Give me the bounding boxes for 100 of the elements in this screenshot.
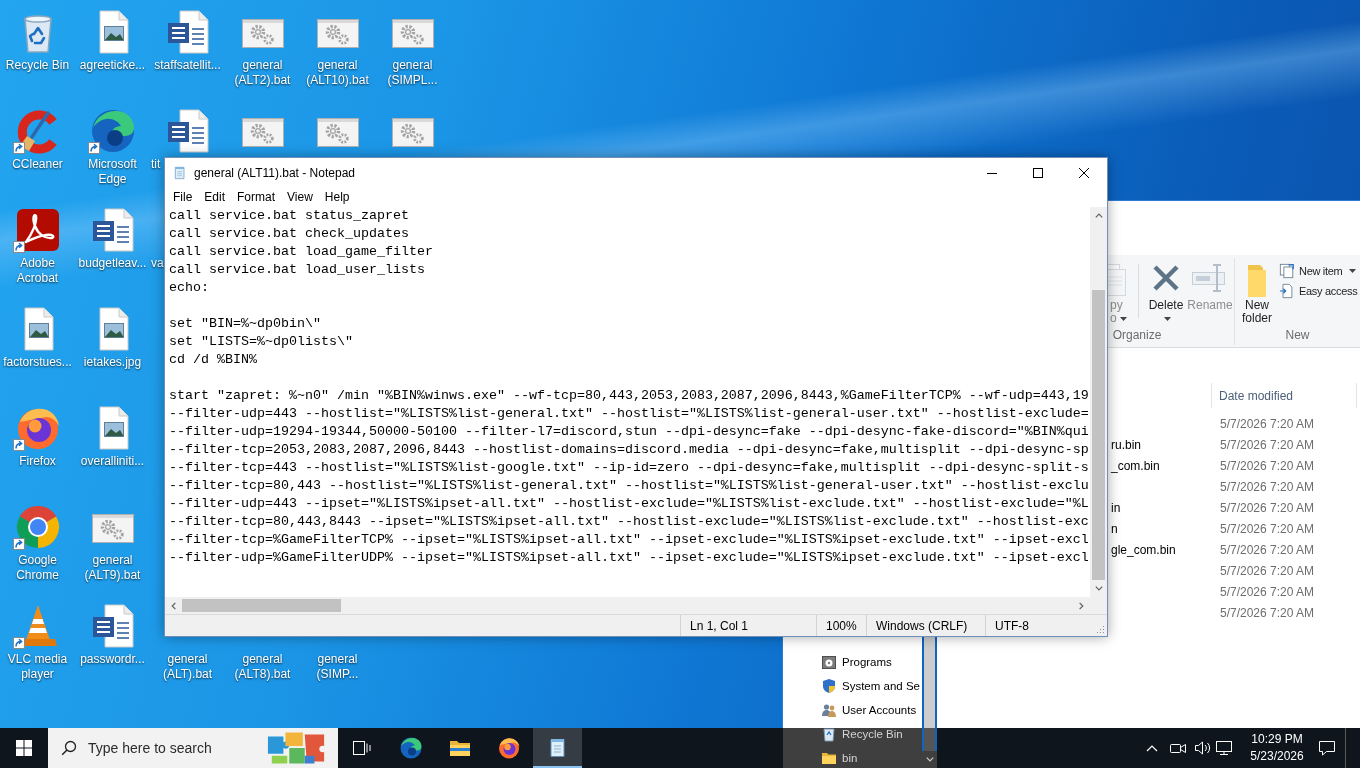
code-line: --filter-udp=%GameFilterUDP% --ipset="%LISTS%ipset-all.txt" --ipset-exclude="%LISTS%ipset-exclude.txt" --ipset-excl [169, 549, 1089, 567]
code-line: --filter-udp=19294-19344,50000-50100 --filter-l7=discord,stun --dpi-desync=fake --dpi-desync-fake-discord="%BIN%qui [169, 423, 1089, 441]
scroll-down-button[interactable] [922, 751, 937, 768]
code-line: call service.bat status_zapret [169, 207, 409, 225]
chevron-up-icon[interactable] [1146, 744, 1158, 752]
desktop-icon-label[interactable]: passwordr... [80, 652, 145, 667]
date-modified: 5/7/2026 7:20 AM [1219, 542, 1315, 557]
shield-icon [821, 678, 837, 694]
menu-item[interactable]: Help [318, 188, 356, 206]
vertical-scrollbar[interactable] [1090, 207, 1107, 597]
scrollbar-thumb[interactable] [182, 599, 341, 612]
desktop-icon-label[interactable]: general (SIMPL... [375, 58, 450, 88]
desktop-icon-label[interactable]: Recycle Bin [5, 58, 70, 73]
search-icon [61, 740, 77, 756]
file-name[interactable]: gle_com.bin [1111, 542, 1176, 557]
ribbon-group-label: Organize [1112, 328, 1162, 344]
file-name[interactable]: _com.bin [1111, 458, 1160, 473]
desktop-icon-label[interactable]: general (SIMP... [300, 652, 375, 682]
desktop-icon-label[interactable]: Microsoft Edge [75, 157, 150, 187]
code-line: start "zapret: %~n0" /min "%BIN%winws.exe" --wf-tcp=80,443,2053,2083,2087,2096,8443,%GameFilterTCP% --wf-udp=443,19 [169, 387, 1089, 405]
desktop-icon-label[interactable]: general (ALT8).bat [225, 652, 300, 682]
globe-logo-icon [496, 736, 521, 760]
ribbon-button[interactable]: Delete [1145, 262, 1187, 325]
desktop-icon-label[interactable]: overalliniti... [80, 454, 145, 469]
code-line: --filter-tcp=80,443,8443 --ipset="%LISTS%ipset-all.txt" --hostlist-exclude="%LISTS%list-exclude.txt" --hostlist-exc [169, 513, 1089, 531]
desktop-icon-label[interactable]: va [151, 256, 164, 271]
ribbon-button[interactable]: New item [1278, 263, 1358, 279]
date-modified: 5/7/2026 7:20 AM [1219, 437, 1315, 452]
date-modified: 5/7/2026 7:20 AM [1219, 416, 1315, 431]
speaker-icon[interactable] [1194, 740, 1212, 756]
nav-item[interactable]: User Accounts [783, 696, 922, 720]
date-modified: 5/7/2026 7:20 AM [1219, 584, 1315, 599]
file-name[interactable]: in [1111, 500, 1121, 515]
menu-item[interactable]: Edit [198, 188, 232, 206]
date-modified: 5/7/2026 7:20 AM [1219, 563, 1315, 578]
status-text: Ln 1, Col 1 [680, 615, 816, 636]
page-arrow-icon [1279, 283, 1295, 299]
code-line: call service.bat load_user_lists [169, 261, 425, 279]
code-line: call service.bat load_game_filter [169, 243, 433, 261]
search-field[interactable]: Type here to search [77, 728, 266, 768]
scroll-left-icon[interactable] [171, 601, 176, 610]
desktop-icon-label[interactable]: agreeticke... [79, 58, 146, 73]
desktop-icon-label[interactable]: general (ALT).bat [150, 652, 225, 682]
code-line: echo: [169, 279, 209, 297]
desktop-icon-label[interactable]: general (ALT2).bat [225, 58, 300, 88]
scrollbar-thumb[interactable] [924, 637, 935, 751]
desktop-icon-label[interactable]: CCleaner [12, 157, 63, 172]
desktop-icon-label[interactable]: Google Chrome [0, 553, 75, 583]
desktop-icon-label[interactable]: tit [151, 157, 161, 172]
desktop-icon-label[interactable]: VLC media player [0, 652, 75, 682]
notification-icon[interactable] [1318, 740, 1336, 756]
scroll-up-icon[interactable] [1094, 213, 1103, 218]
date-modified: 5/7/2026 7:20 AM [1219, 521, 1315, 536]
desktop-icon-label[interactable]: Adobe Acrobat [0, 256, 75, 286]
file-name[interactable]: n [1111, 521, 1118, 536]
horizontal-scrollbar[interactable] [165, 597, 1090, 614]
desktop-icon-label[interactable]: general (ALT9).bat [75, 553, 150, 583]
nav-item[interactable]: Programs [783, 648, 922, 672]
menu-item[interactable]: View [281, 188, 319, 206]
network-icon[interactable] [1215, 740, 1233, 756]
code-line: --filter-tcp=80,443 --hostlist="%LISTS%list-general.txt" --hostlist="%LISTS%list-general-user.txt" --hostlist-exclu [169, 477, 1089, 495]
menu-item[interactable]: Format [231, 188, 282, 206]
notepad-icon [172, 164, 188, 181]
chevron-down-icon [925, 757, 934, 762]
desktop-icon-label[interactable]: general (ALT10).bat [300, 58, 375, 88]
pages-icon [1279, 263, 1295, 279]
disc-box-icon [821, 654, 837, 670]
task-view-icon [352, 740, 372, 756]
code-line: --filter-udp=443 --hostlist="%LISTS%list-general.txt" --hostlist="%LISTS%list-general-user.txt" --hostlist-exclude= [169, 405, 1089, 423]
close-icon [1079, 167, 1089, 178]
desktop-icon-label[interactable]: factorstues... [3, 355, 72, 370]
scroll-down-icon[interactable] [1094, 586, 1103, 591]
file-name[interactable]: ru.bin [1111, 437, 1142, 452]
maximize-icon [1033, 167, 1043, 178]
ribbon-button[interactable]: New folder [1236, 262, 1278, 325]
status-text: 100% [816, 615, 866, 636]
clock-button[interactable]: 10:29 PM 5/23/2026 [1241, 728, 1313, 768]
search-bar[interactable]: Type here to search [48, 728, 338, 768]
column-header[interactable]: Date modified [1212, 383, 1357, 408]
nav-item[interactable]: System and Se [783, 672, 922, 696]
taskbar-app-button[interactable] [533, 728, 582, 768]
ribbon-button[interactable]: Easy access [1278, 283, 1358, 299]
desktop-icon-label[interactable]: budgetleav... [78, 256, 147, 271]
windows-logo-icon [16, 740, 32, 756]
desktop-icon-label[interactable]: ietakes.jpg [83, 355, 142, 370]
recycle-bin-icon [821, 726, 837, 742]
code-line: cd /d %BIN% [169, 351, 257, 369]
scrollbar-thumb[interactable] [1092, 290, 1105, 580]
menu-item[interactable]: File [167, 188, 199, 206]
code-line: --filter-tcp=443 --hostlist="%LISTS%list-google.txt" --ip-id=zero --dpi-desync=fake,multisplit --dpi-desync-split-s [169, 459, 1089, 477]
scroll-right-icon[interactable] [1079, 601, 1084, 610]
folder-icon [821, 750, 837, 766]
desktop-icon-label[interactable]: Firefox [19, 454, 56, 469]
desktop-icon-label[interactable]: staffsatellit... [154, 58, 221, 73]
code-line: --filter-tcp=2053,2083,2087,2096,8443 --hostlist-domains=discord.media --dpi-desync=fake,multisplit --dpi-desync-sp [169, 441, 1089, 459]
date-modified: 5/7/2026 7:20 AM [1219, 479, 1315, 494]
nav-item[interactable]: Recycle Bin [783, 720, 922, 744]
resize-grip-icon[interactable] [1095, 624, 1105, 634]
nav-item[interactable]: bin [783, 744, 922, 768]
date-modified: 5/7/2026 7:20 AM [1219, 458, 1315, 473]
